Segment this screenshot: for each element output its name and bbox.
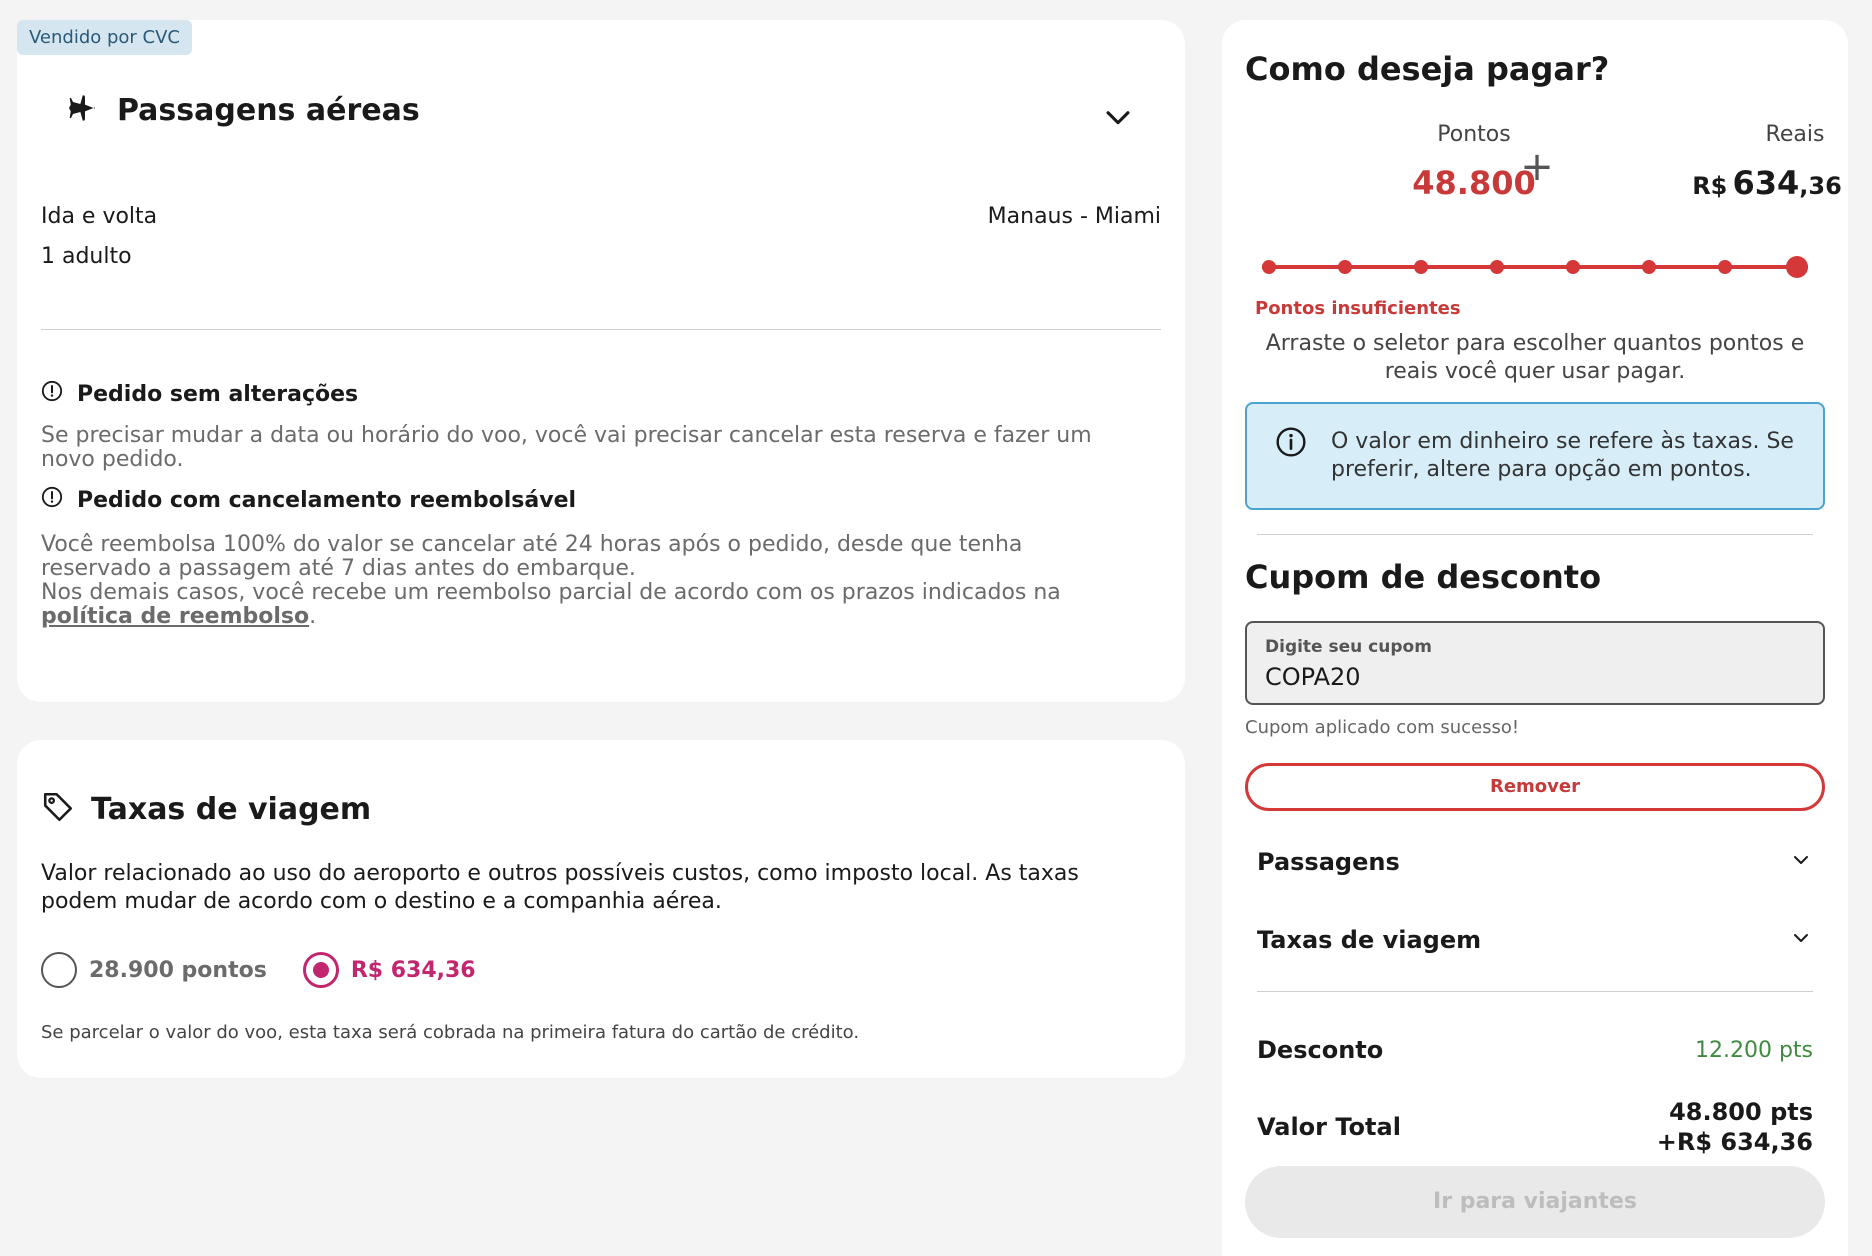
accordion-taxes[interactable]: Taxas de viagem	[1257, 920, 1813, 960]
radio-button-selected[interactable]	[302, 952, 339, 988]
info-text: O valor em dinheiro se refere às taxas. …	[1331, 429, 1794, 482]
refund-text-2a: Nos demais casos, você recebe um reembol…	[41, 580, 1061, 605]
taxes-note: Se parcelar o valor do voo, esta taxa se…	[41, 1022, 860, 1043]
coupon-success-message: Cupom aplicado com sucesso!	[1245, 717, 1520, 738]
accordion-label: Taxas de viagem	[1257, 926, 1482, 954]
insufficient-points-warning: Pontos insuficientes	[1255, 298, 1461, 319]
total-reais: +R$ 634,36	[1656, 1128, 1813, 1156]
taxes-payment-options: 28.900 pontos R$ 634,36	[41, 952, 476, 988]
slider-step-dot[interactable]	[1490, 260, 1504, 274]
total-row: Valor Total 48.800 pts +R$ 634,36	[1257, 1080, 1813, 1174]
radio-option-reais[interactable]: R$ 634,36	[302, 952, 476, 988]
alert-icon	[41, 486, 63, 514]
coupon-field-label: Digite seu cupom	[1265, 637, 1432, 657]
airplane-icon	[67, 92, 99, 128]
chevron-down-icon[interactable]	[1101, 100, 1135, 134]
policy-title-no-changes: Pedido sem alterações	[41, 380, 358, 408]
flight-title: Passagens aéreas	[117, 92, 420, 128]
slider-step-dot[interactable]	[1338, 260, 1352, 274]
taxes-card: Taxas de viagem Valor relacionado ao uso…	[17, 740, 1185, 1078]
discount-value: 12.200 pts	[1694, 1037, 1813, 1063]
flight-header[interactable]: Passagens aéreas	[67, 92, 420, 128]
coupon-input[interactable]	[1265, 663, 1665, 691]
taxes-title: Taxas de viagem	[91, 791, 372, 827]
reais-value: R$ 634,36	[1617, 164, 1872, 202]
tag-icon	[41, 790, 75, 828]
radio-label: 28.900 pontos	[89, 957, 267, 983]
slider-step-dot[interactable]	[1566, 260, 1580, 274]
discount-row: Desconto 12.200 pts	[1257, 1030, 1813, 1070]
slider-help-text: Arraste o seletor para escolher quantos …	[1265, 331, 1805, 384]
total-points: 48.800 pts	[1669, 1098, 1813, 1126]
slider-handle[interactable]	[1786, 256, 1808, 278]
chevron-down-icon[interactable]	[1789, 848, 1813, 876]
accordion-label: Passagens	[1257, 848, 1400, 876]
slider-step-dot[interactable]	[1414, 260, 1428, 274]
payment-title: Como deseja pagar?	[1245, 50, 1610, 88]
plus-icon: +	[1520, 144, 1554, 190]
policy-text-refund: Você reembolsa 100% do valor se cancelar…	[41, 533, 1105, 629]
radio-option-points[interactable]: 28.900 pontos	[41, 952, 267, 988]
reais-integer: 634	[1732, 164, 1800, 202]
coupon-field[interactable]: Digite seu cupom	[1245, 621, 1825, 705]
slider-step-dot[interactable]	[1262, 260, 1276, 274]
policy-title-text: Pedido sem alterações	[77, 381, 359, 407]
policy-title-text: Pedido com cancelamento reembolsável	[77, 487, 577, 513]
refund-policy-link[interactable]: política de reembolso	[41, 604, 309, 629]
chevron-down-icon[interactable]	[1789, 926, 1813, 954]
alert-icon	[41, 380, 63, 408]
route: Manaus - Miami	[987, 204, 1161, 229]
passenger-count: 1 adulto	[41, 244, 132, 269]
info-box: O valor em dinheiro se refere às taxas. …	[1245, 402, 1825, 510]
policy-title-refund: Pedido com cancelamento reembolsável	[41, 486, 576, 514]
remove-coupon-button[interactable]: Remover	[1245, 763, 1825, 811]
accordion-tickets[interactable]: Passagens	[1257, 842, 1813, 882]
taxes-description: Valor relacionado ao uso do aeroporto e …	[41, 861, 1079, 914]
refund-text-2: Nos demais casos, você recebe um reembol…	[41, 581, 1105, 629]
vendor-badge: Vendido por CVC	[17, 20, 192, 55]
slider-step-dot[interactable]	[1642, 260, 1656, 274]
divider	[1257, 991, 1813, 992]
total-value: 48.800 pts +R$ 634,36	[1657, 1097, 1813, 1157]
coupon-title: Cupom de desconto	[1245, 558, 1602, 596]
trip-type: Ida e volta	[41, 204, 158, 229]
payment-card: Como deseja pagar? Pontos 48.800 + Reais…	[1222, 20, 1848, 1256]
radio-button[interactable]	[41, 952, 77, 988]
reais-label: Reais	[1765, 122, 1825, 147]
radio-label: R$ 634,36	[350, 957, 476, 983]
slider-step-dot[interactable]	[1718, 260, 1732, 274]
reais-decimal: ,36	[1799, 172, 1842, 200]
divider	[1257, 534, 1813, 535]
flight-card: Vendido por CVC Passagens aéreas Ida e v…	[17, 20, 1185, 702]
taxes-header: Taxas de viagem	[41, 790, 371, 828]
discount-label: Desconto	[1257, 1036, 1384, 1064]
info-icon	[1275, 426, 1307, 462]
refund-text-1: Você reembolsa 100% do valor se cancelar…	[41, 532, 1023, 581]
go-to-travelers-button[interactable]: Ir para viajantes	[1245, 1166, 1825, 1238]
refund-text-3: .	[309, 604, 317, 629]
policy-text-no-changes: Se precisar mudar a data ou horário do v…	[41, 423, 1092, 472]
total-label: Valor Total	[1257, 1113, 1401, 1141]
points-reais-slider[interactable]	[1262, 256, 1808, 278]
divider	[41, 329, 1161, 330]
reais-currency: R$	[1692, 172, 1728, 200]
